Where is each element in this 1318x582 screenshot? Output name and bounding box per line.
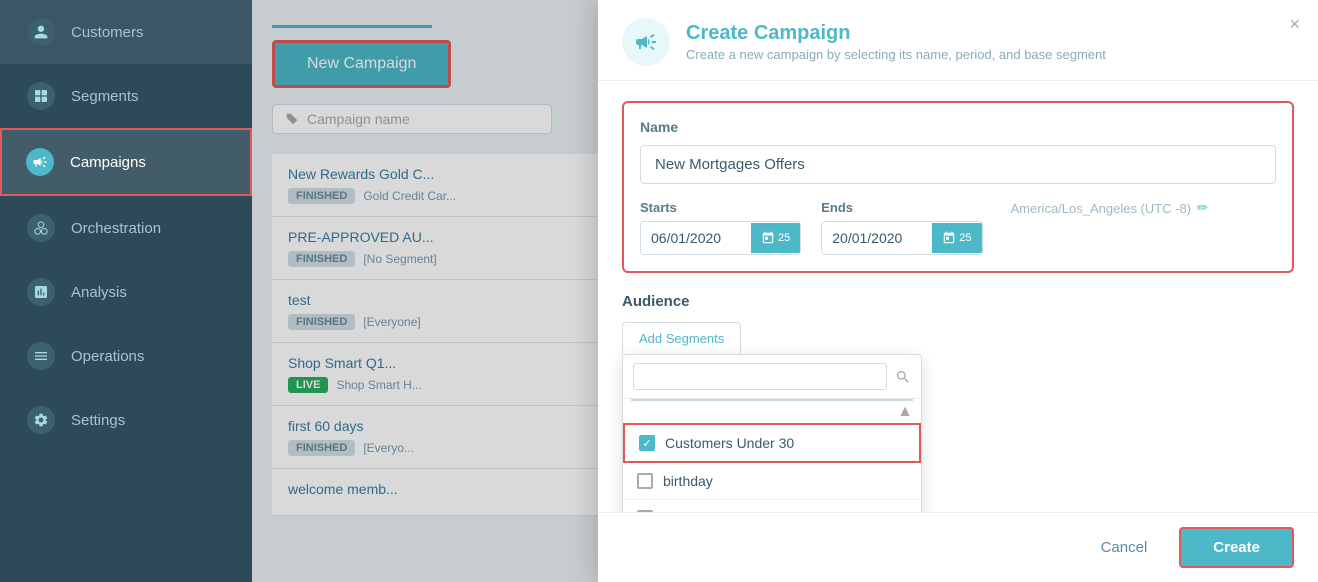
sidebar-label-operations: Operations xyxy=(71,348,144,365)
timezone-display: America/Los_Angeles (UTC -8) ✏ xyxy=(1011,200,1209,216)
orchestration-icon xyxy=(27,214,55,242)
segment-search-input[interactable] xyxy=(633,363,887,390)
starts-calendar-button[interactable]: 25 xyxy=(751,223,800,253)
ends-label: Ends xyxy=(821,200,982,215)
segment-checkbox-birthday[interactable] xyxy=(637,473,653,489)
starts-input-wrap: 25 xyxy=(640,221,801,255)
segment-item-customers-under-30[interactable]: ✓ Customers Under 30 xyxy=(623,423,921,463)
cancel-button[interactable]: Cancel xyxy=(1085,531,1164,564)
ends-calendar-button[interactable]: 25 xyxy=(932,223,981,253)
customers-icon xyxy=(27,18,55,46)
starts-date-input[interactable] xyxy=(641,222,751,254)
create-button[interactable]: Create xyxy=(1179,527,1294,568)
modal-footer: Cancel Create xyxy=(598,512,1318,582)
starts-group: Starts 25 xyxy=(640,200,801,255)
dropdown-search-bar xyxy=(623,355,921,399)
operations-icon xyxy=(27,342,55,370)
sidebar: Customers Segments Campaigns Orchestrati… xyxy=(0,0,252,582)
scroll-indicator: ▲ xyxy=(623,401,921,423)
sidebar-item-analysis[interactable]: Analysis xyxy=(0,260,252,324)
sidebar-item-customers[interactable]: Customers xyxy=(0,0,252,64)
search-icon xyxy=(895,369,911,385)
audience-section: Audience Add Segments ▲ ✓ xyxy=(622,293,1294,354)
campaigns-icon xyxy=(26,148,54,176)
sidebar-label-campaigns: Campaigns xyxy=(70,154,146,171)
segment-checkbox-loans-2017[interactable] xyxy=(637,510,653,512)
sidebar-item-segments[interactable]: Segments xyxy=(0,64,252,128)
sidebar-label-segments: Segments xyxy=(71,88,139,105)
ends-date-input[interactable] xyxy=(822,222,932,254)
timezone-text: America/Los_Angeles (UTC -8) xyxy=(1011,201,1192,216)
ends-group: Ends 25 xyxy=(821,200,982,255)
segment-checkbox-customers-under-30[interactable]: ✓ xyxy=(639,435,655,451)
modal-header: Create Campaign Create a new campaign by… xyxy=(598,0,1318,81)
audience-label: Audience xyxy=(622,293,1294,310)
create-campaign-modal: Create Campaign Create a new campaign by… xyxy=(598,0,1318,582)
sidebar-item-settings[interactable]: Settings xyxy=(0,388,252,452)
sidebar-item-campaigns[interactable]: Campaigns xyxy=(0,128,252,196)
sidebar-label-analysis: Analysis xyxy=(71,284,127,301)
segment-item-loans-2017[interactable]: Loans 2017 xyxy=(623,500,921,512)
sidebar-label-settings: Settings xyxy=(71,412,125,429)
settings-icon xyxy=(27,406,55,434)
edit-timezone-icon[interactable]: ✏ xyxy=(1197,200,1208,216)
campaign-name-input[interactable] xyxy=(640,145,1276,184)
segment-label: Customers Under 30 xyxy=(665,435,794,451)
name-section: Name Starts 25 xyxy=(622,101,1294,273)
modal-title: Create Campaign xyxy=(686,22,1106,45)
ends-input-wrap: 25 xyxy=(821,221,982,255)
analysis-icon xyxy=(27,278,55,306)
modal-subtitle: Create a new campaign by selecting its n… xyxy=(686,47,1106,62)
modal-body: Name Starts 25 xyxy=(598,81,1318,512)
sidebar-item-operations[interactable]: Operations xyxy=(0,324,252,388)
modal-title-group: Create Campaign Create a new campaign by… xyxy=(686,22,1106,62)
dropdown-panel: ▲ ✓ Customers Under 30 birthday xyxy=(622,354,922,512)
dates-row: Starts 25 Ends xyxy=(640,200,1276,255)
modal-campaign-icon xyxy=(622,18,670,66)
segment-label: birthday xyxy=(663,473,713,489)
name-label: Name xyxy=(640,119,1276,135)
modal-close-button[interactable]: × xyxy=(1289,14,1300,35)
segment-item-birthday[interactable]: birthday xyxy=(623,463,921,500)
main-content: New Campaign Campaign name New Rewards G… xyxy=(252,0,1318,582)
starts-label: Starts xyxy=(640,200,801,215)
sidebar-item-orchestration[interactable]: Orchestration xyxy=(0,196,252,260)
modal-overlay: Create Campaign Create a new campaign by… xyxy=(252,0,1318,582)
add-segments-tab[interactable]: Add Segments xyxy=(622,322,741,354)
segments-icon xyxy=(27,82,55,110)
sidebar-label-orchestration: Orchestration xyxy=(71,220,161,237)
sidebar-label-customers: Customers xyxy=(71,24,144,41)
segment-label: Loans 2017 xyxy=(663,510,736,512)
